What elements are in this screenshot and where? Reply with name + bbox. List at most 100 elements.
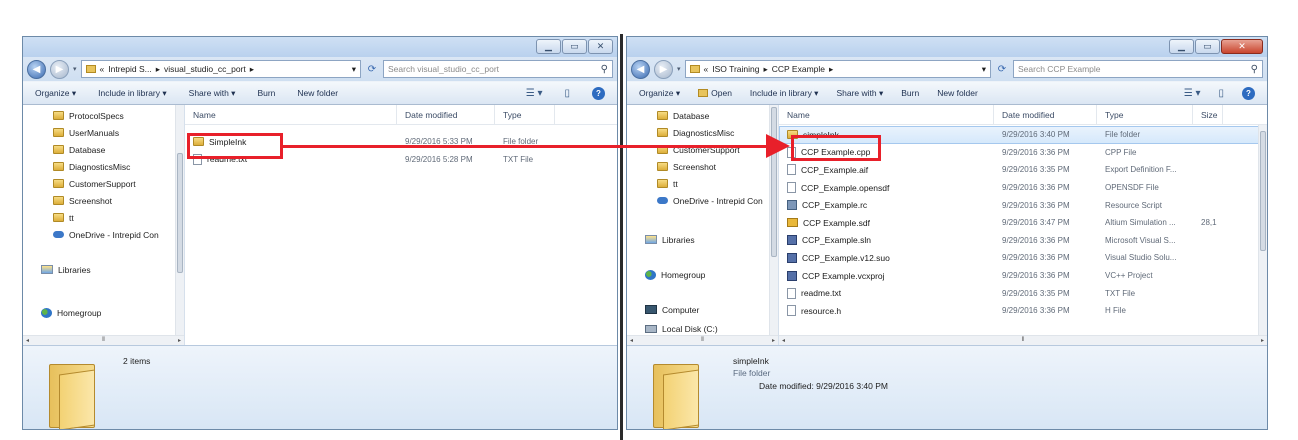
nav-item[interactable]: Database — [23, 141, 184, 158]
nav-group[interactable]: Homegroup — [627, 266, 778, 283]
view-options-icon[interactable]: ☰ ▾ — [526, 88, 543, 99]
file-hscrollbar[interactable]: ◂ ⦀ ▸ — [779, 335, 1267, 345]
disk-icon — [645, 324, 657, 333]
breadcrumb-segment[interactable]: Intrepid S... — [108, 64, 151, 74]
recent-pages-dropdown[interactable]: ▾ — [73, 65, 77, 73]
forward-button[interactable]: ▶ — [50, 59, 69, 79]
file-row[interactable]: CCP_Example.sln 9/29/2016 3:36 PM Microsof… — [779, 232, 1267, 250]
column-header[interactable]: Name — [185, 105, 397, 124]
new-folder-button[interactable]: New folder — [937, 88, 978, 98]
refresh-icon[interactable]: ⟳ — [365, 64, 379, 75]
preview-pane-icon[interactable]: ▯ — [1218, 88, 1224, 99]
column-header[interactable]: Date modified — [994, 105, 1097, 124]
breadcrumb-segment[interactable]: visual_studio_cc_port — [164, 64, 246, 74]
address-dropdown[interactable]: ▾ — [982, 64, 986, 75]
preview-pane-icon[interactable]: ▯ — [564, 88, 570, 99]
minimize-button[interactable]: ▁ — [536, 39, 561, 54]
share-with-button[interactable]: Share with ▾ — [836, 88, 883, 99]
view-options-icon[interactable]: ☰ ▾ — [1184, 88, 1201, 99]
column-header[interactable]: Size — [1193, 105, 1223, 124]
burn-button[interactable]: Burn — [257, 88, 275, 98]
file-row[interactable]: CCP Example.vcxproj 9/29/2016 3:36 PM VC++… — [779, 267, 1267, 285]
nav-item[interactable]: DiagnosticsMisc — [23, 158, 184, 175]
help-icon[interactable]: ? — [592, 86, 605, 100]
organize-button[interactable]: Organize ▾ — [35, 88, 76, 99]
include-in-library-button[interactable]: Include in library ▾ — [750, 88, 819, 99]
nav-item-label: tt — [673, 178, 678, 189]
content-area: Database DiagnosticsMisc CustomerSupport Sc… — [627, 105, 1267, 345]
minimize-button[interactable]: ▁ — [1169, 39, 1194, 54]
scrollbar-thumb[interactable] — [177, 153, 183, 273]
column-header[interactable]: Name — [779, 105, 994, 124]
nav-item[interactable]: CustomerSupport — [23, 175, 184, 192]
maximize-button[interactable]: ▭ — [1195, 39, 1220, 54]
nav-list: ProtocolSpecs UserManuals Database Diagnost… — [23, 107, 184, 321]
nav-group[interactable]: Libraries — [627, 231, 778, 248]
include-in-library-button[interactable]: Include in library ▾ — [98, 88, 167, 99]
open-button[interactable]: Open — [698, 88, 732, 98]
nav-item[interactable]: CustomerSupport — [627, 141, 778, 158]
nav-item[interactable]: Screenshot — [23, 192, 184, 209]
new-folder-button[interactable]: New folder — [297, 88, 338, 98]
column-header[interactable]: Type — [1097, 105, 1193, 124]
scrollbar-thumb[interactable] — [771, 107, 777, 257]
nav-item[interactable]: UserManuals — [23, 124, 184, 141]
search-box[interactable]: Search visual_studio_cc_port ⚲ — [383, 60, 613, 78]
address-bar[interactable]: « Intrepid S... ▸ visual_studio_cc_port … — [80, 60, 361, 78]
address-bar[interactable]: « ISO Training ▸ CCP Example ▸ ▾ — [684, 60, 991, 78]
cell-type: Visual Studio Solu... — [1097, 253, 1193, 262]
help-icon[interactable]: ? — [1242, 86, 1255, 100]
organize-button[interactable]: Organize ▾ — [639, 88, 680, 99]
file-row[interactable]: readme.txt 9/29/2016 3:35 PM TXT File — [779, 284, 1267, 302]
nav-hscrollbar[interactable]: ◂ ⦀ ▸ — [23, 335, 184, 345]
maximize-button[interactable]: ▭ — [562, 39, 587, 54]
nav-item[interactable]: OneDrive - Intrepid Con — [627, 192, 778, 209]
nav-group[interactable]: Computer — [627, 301, 778, 318]
nav-scrollbar[interactable] — [175, 105, 184, 335]
nav-item[interactable]: Database — [627, 107, 778, 124]
refresh-icon[interactable]: ⟳ — [995, 64, 1009, 75]
gear-file-icon — [787, 200, 797, 211]
explorer-window-left: ▁ ▭ ✕ ◀ ▶ ▾ « Intrepid S... ▸ visual_stu… — [22, 36, 618, 430]
file-scrollbar[interactable] — [1258, 125, 1267, 335]
file-row[interactable]: CCP_Example.aif 9/29/2016 3:35 PM Export D… — [779, 161, 1267, 179]
nav-group[interactable]: Libraries — [23, 261, 184, 278]
recent-pages-dropdown[interactable]: ▾ — [677, 65, 681, 73]
nav-group[interactable]: Homegroup — [23, 304, 184, 321]
command-bar: Organize ▾ Include in library ▾ Share wi… — [23, 81, 617, 105]
nav-hscrollbar[interactable]: ◂ ⦀ ▸ — [627, 335, 778, 345]
nav-item[interactable]: tt — [23, 209, 184, 226]
search-box[interactable]: Search CCP Example ⚲ — [1013, 60, 1263, 78]
file-row[interactable]: CCP_Example.opensdf 9/29/2016 3:36 PM OPEN… — [779, 179, 1267, 197]
nav-item[interactable]: OneDrive - Intrepid Con — [23, 226, 184, 243]
nav-item[interactable]: ProtocolSpecs — [23, 107, 184, 124]
file-row[interactable]: CCP Example.sdf 9/29/2016 3:47 PM Altium S… — [779, 214, 1267, 232]
search-icon[interactable]: ⚲ — [601, 64, 608, 75]
file-row[interactable]: CCP_Example.v12.suo 9/29/2016 3:36 PM Visu… — [779, 249, 1267, 267]
forward-button[interactable]: ▶ — [654, 59, 673, 79]
window-divider — [620, 34, 623, 440]
open-folder-icon — [698, 89, 709, 97]
column-header[interactable]: Date modified — [397, 105, 495, 124]
chevron-right-icon: ▸ — [763, 63, 768, 74]
breadcrumb-segment[interactable]: CCP Example — [772, 64, 825, 74]
chevron-right-icon: ▸ — [829, 63, 834, 74]
address-dropdown[interactable]: ▾ — [352, 64, 356, 75]
nav-item[interactable]: DiagnosticsMisc — [627, 124, 778, 141]
column-header[interactable]: Type — [495, 105, 555, 124]
search-icon[interactable]: ⚲ — [1251, 64, 1258, 75]
file-row[interactable]: CCP_Example.rc 9/29/2016 3:36 PM Resource … — [779, 196, 1267, 214]
nav-item[interactable]: Screenshot — [627, 158, 778, 175]
cell-type: Microsoft Visual S... — [1097, 236, 1193, 245]
nav-item[interactable]: tt — [627, 175, 778, 192]
share-with-button[interactable]: Share with ▾ — [189, 88, 236, 99]
burn-button[interactable]: Burn — [901, 88, 919, 98]
breadcrumb-segment[interactable]: ISO Training — [712, 64, 759, 74]
folder-icon — [53, 196, 64, 205]
file-row[interactable]: resource.h 9/29/2016 3:36 PM H File — [779, 302, 1267, 320]
back-button[interactable]: ◀ — [631, 59, 650, 79]
back-button[interactable]: ◀ — [27, 59, 46, 79]
close-button[interactable]: ✕ — [1221, 39, 1263, 54]
scrollbar-thumb[interactable] — [1260, 131, 1266, 251]
close-button[interactable]: ✕ — [588, 39, 613, 54]
